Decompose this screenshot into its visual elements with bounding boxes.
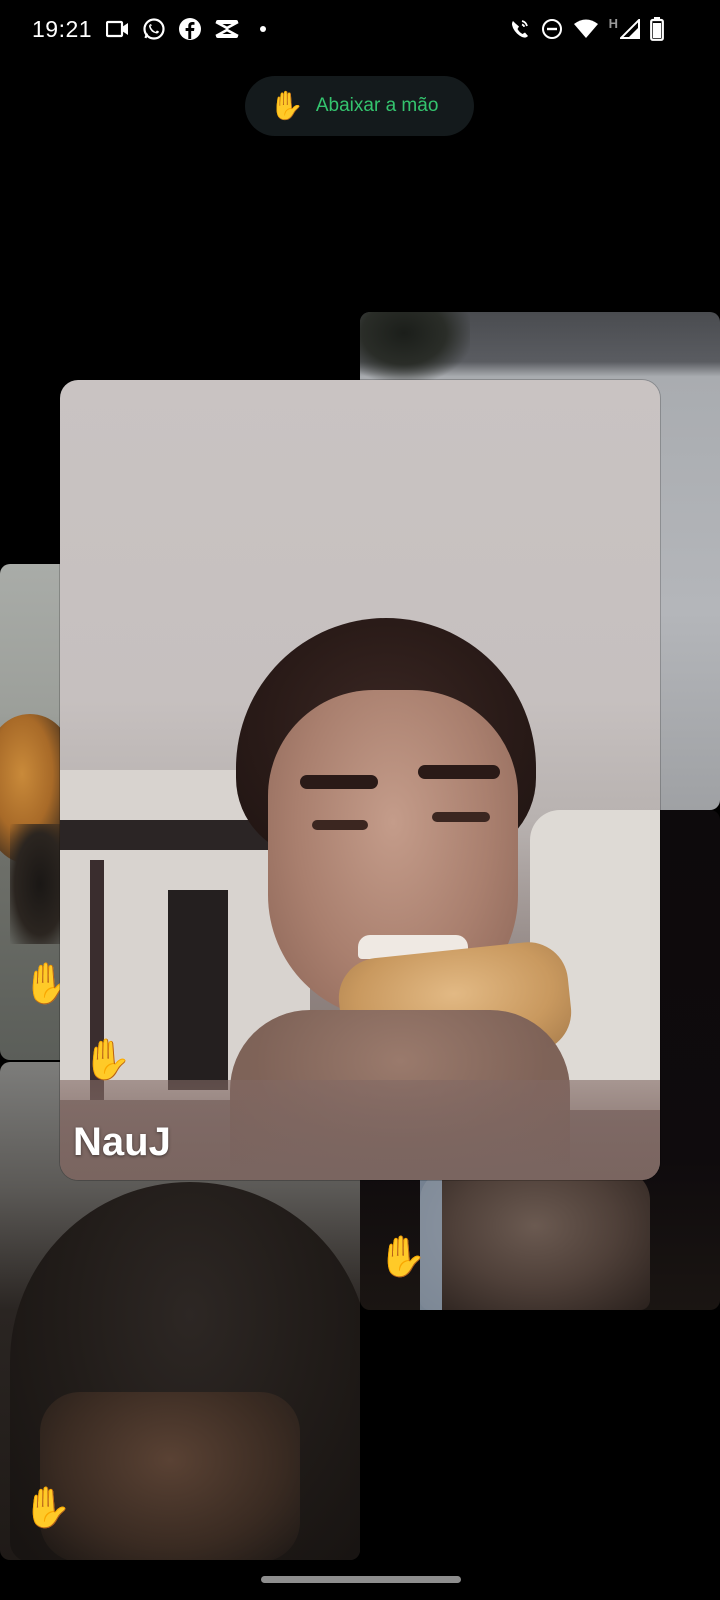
video-frame bbox=[40, 1392, 300, 1560]
status-time: 19:21 bbox=[32, 16, 93, 42]
notification-dot-icon bbox=[260, 26, 266, 32]
wifi-icon bbox=[573, 19, 599, 39]
raised-hand-icon: ✋ bbox=[82, 1038, 132, 1082]
video-frame bbox=[420, 1170, 650, 1310]
lower-hand-button[interactable]: ✋ Abaixar a mão bbox=[245, 76, 474, 136]
wifi-calling-icon bbox=[509, 18, 531, 40]
video-call-screen: 19:21 H ✋ Abaixar a mão ✋ ✋ ✋ ✋ NauJ bbox=[0, 0, 720, 1600]
network-type-label: H bbox=[608, 15, 618, 31]
raised-hand-icon: ✋ bbox=[22, 1486, 72, 1530]
participant-name: NauJ bbox=[73, 1120, 171, 1164]
facebook-icon bbox=[178, 17, 202, 41]
video-frame bbox=[360, 312, 470, 382]
raised-hand-icon: ✋ bbox=[377, 1235, 427, 1279]
battery-icon bbox=[650, 17, 664, 41]
video-frame bbox=[418, 765, 500, 779]
raised-hand-icon: ✋ bbox=[269, 90, 304, 121]
video-frame bbox=[168, 890, 228, 1090]
video-camera-icon bbox=[106, 19, 130, 39]
system-icons: H bbox=[509, 15, 664, 41]
notification-icons bbox=[106, 17, 266, 41]
do-not-disturb-icon bbox=[541, 18, 563, 40]
capcut-icon bbox=[214, 18, 240, 40]
video-frame bbox=[300, 775, 378, 789]
active-participant-tile[interactable]: ✋ bbox=[60, 380, 660, 1180]
home-indicator[interactable] bbox=[261, 1576, 461, 1583]
video-frame bbox=[312, 820, 368, 830]
video-frame bbox=[432, 812, 490, 822]
whatsapp-icon bbox=[142, 17, 166, 41]
lower-hand-label: Abaixar a mão bbox=[315, 95, 439, 116]
status-bar: 19:21 H bbox=[0, 0, 720, 62]
signal-icon bbox=[620, 19, 640, 39]
